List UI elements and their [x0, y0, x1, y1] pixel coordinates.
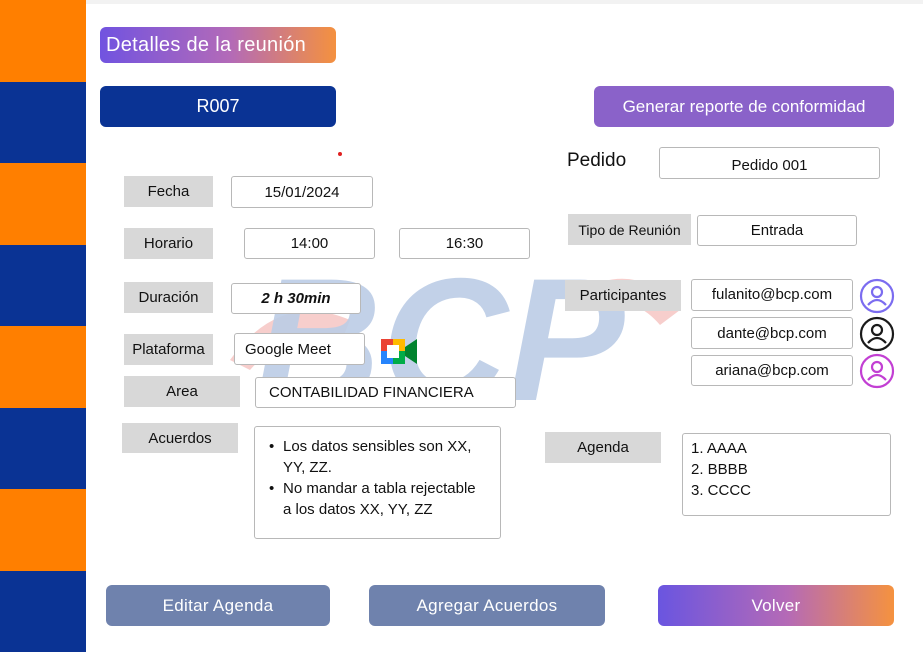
list-item: 3. CCCC: [691, 482, 752, 499]
meeting-code: R007: [100, 86, 336, 127]
acuerdo-line: Los datos sensibles son XX,: [283, 438, 472, 455]
participantes-label: Participantes: [565, 280, 681, 311]
bullet: •: [269, 438, 275, 455]
fecha-label: Fecha: [124, 176, 213, 207]
back-button[interactable]: Volver: [658, 585, 894, 626]
bullet: •: [269, 480, 275, 497]
participant-email-field[interactable]: ariana@bcp.com: [691, 355, 853, 386]
add-agreements-button[interactable]: Agregar Acuerdos: [369, 585, 605, 626]
pedido-field[interactable]: Pedido 001: [659, 147, 880, 179]
top-border: [86, 0, 923, 4]
tipo-reunion-label: Tipo de Reunión: [568, 214, 691, 245]
agenda-label: Agenda: [545, 432, 661, 463]
fecha-field[interactable]: 15/01/2024: [231, 176, 373, 208]
user-avatar-icon[interactable]: [859, 353, 895, 389]
edit-agenda-button[interactable]: Editar Agenda: [106, 585, 330, 626]
area-label: Area: [124, 376, 240, 407]
page-title: Detalles de la reunión: [100, 27, 336, 63]
acuerdo-line: a los datos XX, YY, ZZ: [283, 501, 433, 518]
agenda-box[interactable]: 1. AAAA 2. BBBB 3. CCCC: [682, 433, 891, 516]
tipo-reunion-field[interactable]: Entrada: [697, 215, 857, 246]
side-stripe: [0, 0, 86, 652]
area-field[interactable]: CONTABILIDAD FINANCIERA: [255, 377, 516, 408]
acuerdos-label: Acuerdos: [122, 423, 238, 453]
horario-label: Horario: [124, 228, 213, 259]
duracion-field: 2 h 30min: [231, 283, 361, 314]
list-item: • No mandar a tabla rejectable a los dat…: [267, 478, 494, 520]
acuerdos-box[interactable]: • Los datos sensibles son XX, YY, ZZ. • …: [254, 426, 501, 539]
list-item: 1. AAAA: [691, 440, 747, 457]
acuerdo-line: No mandar a tabla rejectable: [283, 480, 476, 497]
red-dot: [338, 152, 342, 156]
user-avatar-icon[interactable]: [859, 316, 895, 352]
google-meet-icon: [381, 339, 417, 364]
plataforma-label: Plataforma: [124, 334, 213, 365]
participant-email-field[interactable]: dante@bcp.com: [691, 317, 853, 349]
participant-email-field[interactable]: fulanito@bcp.com: [691, 279, 853, 311]
horario-end-field[interactable]: 16:30: [399, 228, 530, 259]
plataforma-field[interactable]: Google Meet: [234, 333, 365, 365]
duracion-label: Duración: [124, 282, 213, 313]
acuerdo-line: YY, ZZ.: [283, 459, 332, 476]
list-item: • Los datos sensibles son XX, YY, ZZ.: [267, 436, 494, 478]
horario-start-field[interactable]: 14:00: [244, 228, 375, 259]
generate-report-button[interactable]: Generar reporte de conformidad: [594, 86, 894, 127]
pedido-label: Pedido: [567, 150, 627, 171]
user-avatar-icon[interactable]: [859, 278, 895, 314]
list-item: 2. BBBB: [691, 461, 748, 478]
